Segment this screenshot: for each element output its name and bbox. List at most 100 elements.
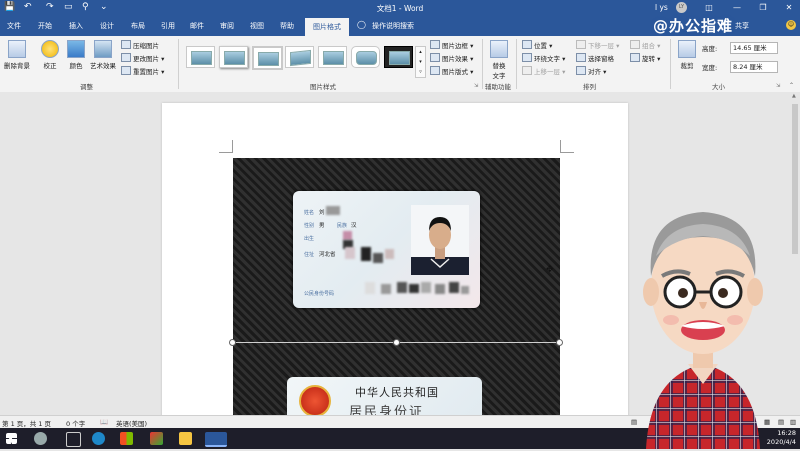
scrollbar-thumb[interactable] — [792, 104, 798, 254]
compress-pictures-button[interactable]: 压缩图片 — [121, 40, 159, 50]
view-web-icon[interactable]: ▥ — [790, 418, 796, 426]
margin-mark — [219, 152, 233, 153]
person-portrait-icon — [411, 217, 469, 275]
tab-insert[interactable]: 插入 — [69, 21, 83, 31]
crop-button[interactable]: 裁剪 — [675, 40, 699, 70]
picture-border-label: 图片边框 — [442, 42, 468, 50]
tab-review[interactable]: 审阅 — [220, 21, 234, 31]
tab-references[interactable]: 引用 — [161, 21, 175, 31]
scroll-up-icon[interactable]: ▲ — [792, 93, 796, 99]
picture-style-2[interactable] — [219, 46, 248, 68]
mosaic-blur — [397, 282, 407, 293]
dialog-launcher-icon[interactable]: ⇲ — [474, 83, 478, 89]
mosaic-blur — [435, 284, 445, 294]
picture-style-6[interactable] — [351, 46, 380, 68]
tab-file[interactable]: 文件 — [7, 21, 21, 31]
ethnic-value: 汉 — [351, 223, 357, 229]
ribbon-display-icon[interactable]: ◫ — [702, 1, 716, 15]
width-input[interactable]: 8.24 厘米 — [730, 61, 778, 73]
styles-gallery-scroll[interactable]: ▴ ▾ ▿ — [415, 46, 426, 78]
word-count[interactable]: 0 个字 — [66, 418, 85, 428]
height-input[interactable]: 14.65 厘米 — [730, 42, 778, 54]
tab-design[interactable]: 设计 — [100, 21, 114, 31]
windows-start-icon[interactable] — [6, 433, 17, 444]
user-name[interactable]: l ys — [655, 3, 668, 12]
national-emblem-icon — [299, 385, 331, 415]
file-explorer-icon[interactable] — [179, 432, 192, 445]
picture-style-3[interactable] — [252, 46, 283, 70]
reset-picture-button[interactable]: 重置图片 ▾ — [121, 66, 164, 76]
bring-forward-button[interactable]: 上移一层 ▾ — [522, 66, 565, 76]
language-indicator[interactable]: 英语(美国) — [116, 418, 147, 428]
group-label-accessibility: 辅助功能 — [485, 83, 511, 91]
artistic-effects-icon — [94, 40, 112, 58]
restore-icon[interactable]: ❐ — [756, 1, 770, 15]
mosaic-blur — [449, 282, 459, 293]
share-button[interactable]: 共享 — [735, 21, 749, 31]
align-button[interactable]: 对齐 ▾ — [576, 66, 606, 76]
mosaic-blur — [409, 284, 419, 293]
picture-style-4[interactable] — [285, 46, 314, 68]
resize-handle-left[interactable] — [229, 339, 236, 346]
store-icon[interactable] — [120, 432, 133, 445]
reset-picture-icon — [121, 66, 131, 75]
resize-handle-right[interactable] — [556, 339, 563, 346]
word-taskbar-icon[interactable] — [205, 432, 227, 447]
smiley-icon[interactable]: ☺ — [786, 20, 796, 30]
page-count[interactable]: 第 1 页，共 1 页 — [2, 418, 51, 428]
tell-me-search[interactable]: 操作说明搜索 — [372, 21, 414, 31]
close-icon[interactable]: ✕ — [782, 1, 796, 15]
picture-style-1[interactable] — [186, 46, 215, 68]
bring-forward-icon — [522, 66, 532, 75]
alt-text-button[interactable]: 替换 文字 — [487, 40, 511, 80]
view-print-icon[interactable]: ▤ — [778, 418, 784, 426]
position-label: 位置 — [534, 42, 547, 50]
rotate-button[interactable]: 旋转 ▾ — [630, 53, 660, 63]
change-picture-button[interactable]: 更改图片 ▾ — [121, 53, 164, 63]
sun-icon — [41, 40, 59, 58]
tab-view[interactable]: 视图 — [250, 21, 264, 31]
spellcheck-icon[interactable]: 📖 — [100, 418, 108, 426]
mosaic-blur — [385, 249, 394, 259]
change-picture-icon — [121, 53, 131, 62]
search-icon[interactable] — [34, 432, 47, 445]
tab-layout[interactable]: 布局 — [131, 21, 145, 31]
picture-layout-button[interactable]: 图片版式 ▾ — [430, 66, 473, 76]
vertical-scrollbar[interactable]: ▲ — [790, 92, 800, 415]
picture-effects-button[interactable]: 图片效果 ▾ — [430, 53, 473, 63]
position-button[interactable]: 位置 ▾ — [522, 40, 552, 50]
tab-home[interactable]: 开始 — [38, 21, 52, 31]
remove-background-icon — [8, 40, 26, 58]
task-view-icon[interactable] — [66, 432, 81, 447]
collapse-ribbon-icon[interactable]: ⌃ — [789, 82, 794, 89]
remove-background-button[interactable]: 删除背景 — [2, 40, 32, 70]
resize-handle-middle[interactable] — [393, 339, 400, 346]
picture-style-7[interactable] — [384, 46, 413, 68]
tab-mailings[interactable]: 邮件 — [190, 21, 204, 31]
picture-border-button[interactable]: 图片边框 ▾ — [430, 40, 473, 50]
group-button[interactable]: 组合 ▾ — [630, 40, 660, 50]
style-preview — [356, 51, 377, 65]
align-icon — [576, 66, 586, 75]
app-icon[interactable] — [150, 432, 163, 445]
wrap-text-button[interactable]: 环绕文字 ▾ — [522, 53, 565, 63]
artistic-effects-button[interactable]: 艺术效果 — [88, 40, 118, 70]
tab-help[interactable]: 帮助 — [280, 21, 294, 31]
position-icon — [522, 40, 532, 49]
address-label: 住址 — [304, 252, 315, 258]
card-back-subtitle: 居民身份证 — [349, 405, 425, 415]
selection-pane-button[interactable]: 选择窗格 — [576, 53, 614, 63]
tab-picture-format[interactable]: 图片格式 — [305, 18, 349, 36]
picture-style-5[interactable] — [318, 46, 347, 68]
edge-browser-icon[interactable] — [92, 432, 105, 445]
send-backward-button[interactable]: 下移一层 ▾ — [576, 40, 619, 50]
picture-effects-label: 图片效果 — [442, 55, 468, 63]
minimize-icon[interactable]: — — [730, 1, 744, 15]
cartoon-presenter-figure — [643, 212, 763, 449]
picture-border-icon — [430, 40, 440, 49]
avatar[interactable]: LY — [676, 2, 687, 13]
dialog-launcher-icon[interactable]: ⇲ — [776, 83, 780, 89]
corrections-button[interactable]: 校正 — [37, 40, 63, 70]
color-button[interactable]: 颜色 — [64, 40, 88, 70]
margin-mark — [232, 140, 233, 153]
